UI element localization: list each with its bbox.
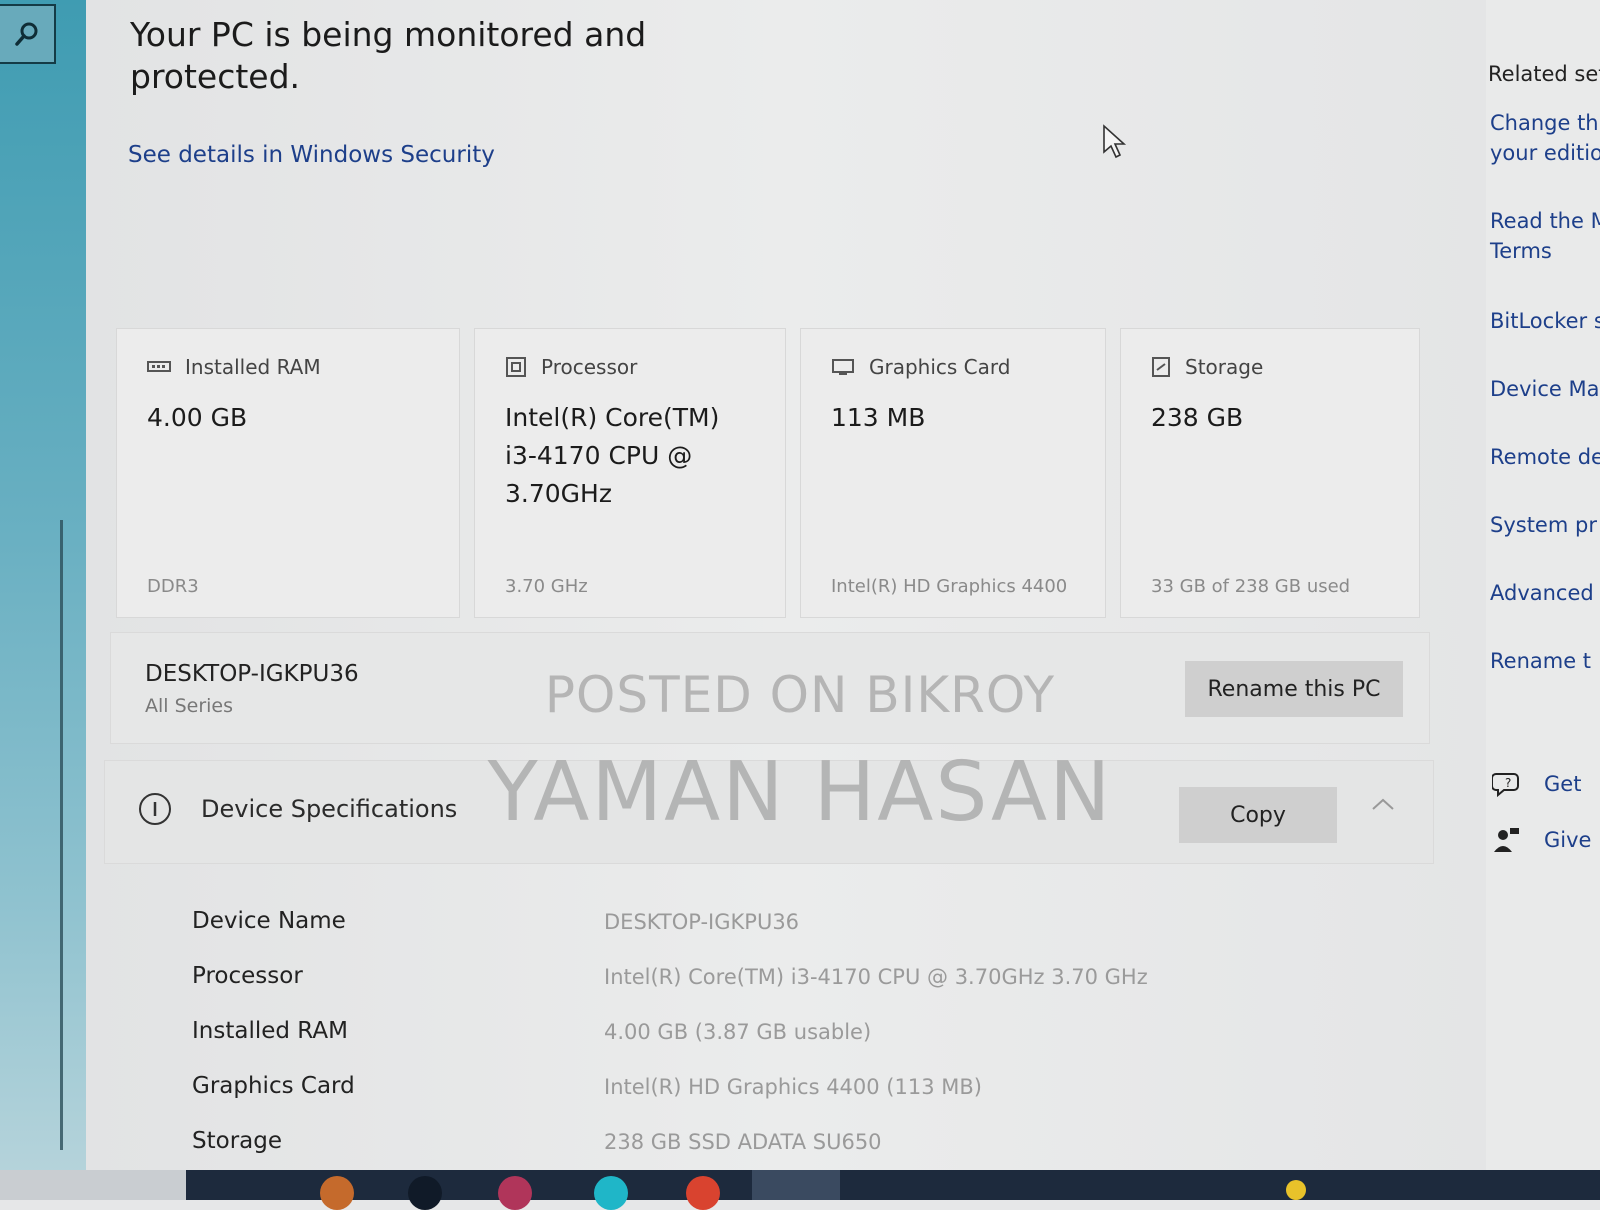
card-detail: Intel(R) HD Graphics 4400: [831, 576, 1068, 597]
info-icon: [139, 793, 171, 825]
related-link-remote-desktop[interactable]: Remote de: [1490, 442, 1600, 472]
card-title: Storage: [1185, 355, 1264, 379]
spec-value: 4.00 GB (3.87 GB usable): [604, 1020, 872, 1044]
related-settings-title: Related set: [1488, 62, 1600, 86]
give-feedback-link[interactable]: Give: [1492, 826, 1591, 854]
spec-row: Graphics Card Intel(R) HD Graphics 4400 …: [192, 1067, 1292, 1122]
card-storage: Storage 238 GB 33 GB of 238 GB used: [1120, 328, 1420, 618]
related-link-system-protection[interactable]: System pr: [1490, 510, 1597, 540]
related-link-device-manager[interactable]: Device Ma: [1490, 374, 1599, 404]
get-help-link[interactable]: ? Get: [1492, 770, 1581, 798]
get-help-label: Get: [1544, 772, 1582, 796]
ram-icon: [147, 361, 171, 372]
related-link-advanced[interactable]: Advanced: [1490, 578, 1594, 608]
taskbar-app-icon[interactable]: [320, 1176, 354, 1210]
card-installed-ram: Installed RAM 4.00 GB DDR3: [116, 328, 460, 618]
graphics-card-icon: [832, 359, 854, 375]
specs-title: Device Specifications: [201, 795, 458, 823]
card-graphics: Graphics Card 113 MB Intel(R) HD Graphic…: [800, 328, 1106, 618]
get-help-icon: ?: [1492, 773, 1519, 798]
taskbar-active-app[interactable]: [752, 1170, 840, 1200]
processor-icon: [506, 357, 526, 377]
search-icon: [15, 22, 38, 46]
spec-value: Intel(R) Core(TM) i3-4170 CPU @ 3.70GHz …: [604, 965, 1148, 989]
taskbar-app-icon[interactable]: [408, 1176, 442, 1210]
card-value: 113 MB: [831, 403, 926, 432]
pc-model: All Series: [145, 695, 234, 717]
spec-row: Installed RAM 4.00 GB (3.87 GB usable): [192, 1012, 1292, 1067]
give-feedback-icon: [1494, 828, 1519, 852]
related-link-change-edition[interactable]: Change th your editio: [1490, 108, 1600, 168]
related-link-rename[interactable]: Rename t: [1490, 646, 1591, 676]
spec-label: Storage: [192, 1128, 282, 1154]
card-title: Processor: [541, 355, 638, 379]
card-detail: 3.70 GHz: [505, 576, 588, 597]
storage-icon: [1152, 357, 1170, 377]
link-line: Terms: [1490, 239, 1552, 263]
spec-value: DESKTOP-IGKPU36: [604, 910, 800, 934]
spec-row: Storage 238 GB SSD ADATA SU650: [192, 1122, 1292, 1177]
spec-row: Processor Intel(R) Core(TM) i3-4170 CPU …: [192, 957, 1292, 1012]
desktop-edge: [0, 0, 86, 1200]
give-feedback-label: Give: [1544, 828, 1592, 852]
taskbar: [0, 1170, 1600, 1210]
pc-name-row: DESKTOP-IGKPU36 All Series Rename this P…: [110, 632, 1430, 744]
spec-label: Graphics Card: [192, 1073, 355, 1099]
card-title: Installed RAM: [185, 355, 321, 379]
spec-row: Device Name DESKTOP-IGKPU36: [192, 902, 1292, 957]
mouse-cursor-icon: [1103, 124, 1127, 159]
card-value: Intel(R) Core(TM) i3-4170 CPU @ 3.70GHz: [505, 403, 720, 508]
copy-button[interactable]: Copy: [1179, 787, 1337, 843]
spec-value: 238 GB SSD ADATA SU650: [604, 1130, 882, 1154]
taskbar-search-area[interactable]: [0, 1170, 186, 1200]
card-title: Graphics Card: [869, 355, 1011, 379]
spec-label: Installed RAM: [192, 1018, 348, 1044]
card-value: 4.00 GB: [147, 403, 248, 432]
link-line: your editio: [1490, 141, 1600, 165]
pc-name: DESKTOP-IGKPU36: [145, 661, 359, 687]
card-processor: Processor Intel(R) Core(TM) i3-4170 CPU …: [474, 328, 786, 618]
windows-security-link[interactable]: See details in Windows Security: [128, 142, 495, 168]
svg-text:?: ?: [1505, 776, 1511, 790]
search-button[interactable]: [0, 4, 56, 64]
related-settings-panel: Related set Change th your editio Read t…: [1486, 0, 1600, 1170]
specs-table: Device Name DESKTOP-IGKPU36 Processor In…: [192, 902, 1292, 1177]
card-value: 238 GB: [1151, 403, 1244, 432]
rename-pc-button[interactable]: Rename this PC: [1185, 661, 1403, 717]
taskbar-tray-icon[interactable]: [1286, 1180, 1306, 1200]
related-link-license-terms[interactable]: Read the M Terms: [1490, 206, 1600, 266]
about-page: Your PC is being monitored and protected…: [86, 0, 1486, 1170]
spec-value: Intel(R) HD Graphics 4400 (113 MB): [604, 1075, 982, 1099]
security-headline: Your PC is being monitored and protected…: [130, 15, 647, 96]
related-link-bitlocker[interactable]: BitLocker s: [1490, 306, 1600, 336]
chevron-up-icon[interactable]: [1371, 797, 1395, 811]
device-specifications-header[interactable]: Device Specifications Copy: [104, 760, 1434, 864]
card-detail: 33 GB of 238 GB used: [1151, 576, 1351, 597]
link-line: Read the M: [1490, 209, 1600, 233]
taskbar-app-icon[interactable]: [498, 1176, 532, 1210]
spec-label: Device Name: [192, 908, 346, 934]
taskbar-app-icon[interactable]: [686, 1176, 720, 1210]
link-line: Change th: [1490, 111, 1599, 135]
spec-label: Processor: [192, 963, 303, 989]
taskbar-app-icon[interactable]: [594, 1176, 628, 1210]
card-detail: DDR3: [147, 576, 199, 597]
